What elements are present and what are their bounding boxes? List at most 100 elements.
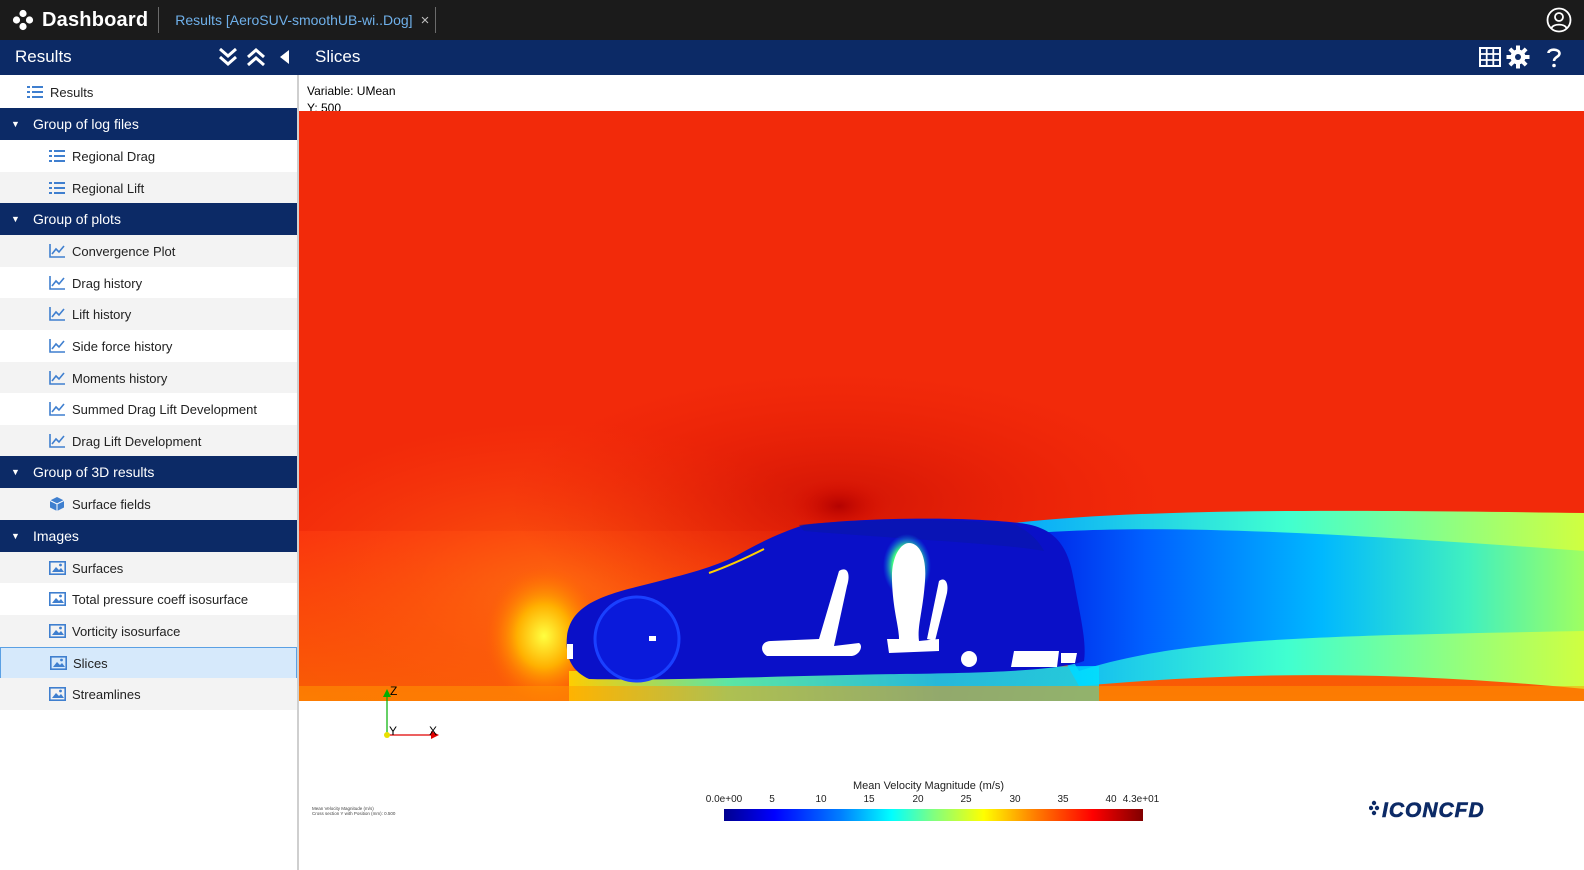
slice-image-view: Variable: UMean Y: 500 Z Y X Mean Veloci… <box>298 75 1584 870</box>
caret-down-icon[interactable]: ▼ <box>11 214 25 224</box>
tree-item-drag-lift-development[interactable]: Drag Lift Development <box>0 425 297 457</box>
legend-tick: 20 <box>912 794 924 805</box>
tree-item-total-pressure[interactable]: Total pressure coeff isosurface <box>0 583 297 615</box>
line-chart-icon <box>49 433 67 449</box>
legend-tick: 4.3e+01 <box>1122 794 1160 805</box>
color-bar <box>724 809 1143 821</box>
tree-item-slices[interactable]: Slices <box>0 647 297 679</box>
image-icon <box>50 655 68 671</box>
cube-icon <box>49 496 67 512</box>
axis-x-label: X <box>429 724 437 738</box>
tree-item-regional-drag[interactable]: Regional Drag <box>0 140 297 172</box>
tree-item-label: Surface fields <box>72 496 151 512</box>
tree-item-label: Vorticity isosurface <box>72 623 181 639</box>
tree-item-moments-history[interactable]: Moments history <box>0 362 297 394</box>
tree-item-label: Drag history <box>72 275 143 291</box>
collapse-all-icon[interactable] <box>245 46 267 68</box>
tree-item-label: Regional Lift <box>72 180 145 196</box>
axis-y-label: Y <box>389 724 397 738</box>
dots-logo-icon <box>12 9 34 31</box>
tree-item-surface-fields[interactable]: Surface fields <box>0 488 297 520</box>
group-plots[interactable]: ▼ Group of plots <box>0 203 297 235</box>
group-label: Group of plots <box>33 211 121 227</box>
image-icon <box>49 686 67 702</box>
caret-down-icon[interactable]: ▼ <box>11 119 25 129</box>
tree-item-drag-history[interactable]: Drag history <box>0 267 297 299</box>
grid-icon[interactable] <box>1478 45 1502 69</box>
group-label: Images <box>33 528 79 544</box>
tree-item-results[interactable]: Results <box>0 76 297 108</box>
line-chart-icon <box>49 338 67 354</box>
legend-tick: 10 <box>815 794 827 805</box>
tab-close-button[interactable]: × <box>421 12 430 29</box>
tree-item-regional-lift[interactable]: Regional Lift <box>0 172 297 204</box>
caret-down-icon[interactable]: ▼ <box>11 531 25 541</box>
legend-ticks: 0.0e+00 5 10 15 20 25 30 35 40 4.3e+01 <box>704 794 1164 808</box>
tree-item-side-force-history[interactable]: Side force history <box>0 330 297 362</box>
tree-item-label: Streamlines <box>72 686 141 702</box>
tree-item-label: Results <box>50 84 94 100</box>
list-icon <box>49 148 67 164</box>
divider <box>435 7 437 33</box>
group-label: Group of log files <box>33 116 139 132</box>
axes-triad: Z Y X <box>383 685 439 739</box>
image-icon <box>49 623 67 639</box>
line-chart-icon <box>49 306 67 322</box>
legend-tick: 25 <box>960 794 972 805</box>
tree-item-streamlines[interactable]: Streamlines <box>0 678 297 710</box>
group-log-files[interactable]: ▼ Group of log files <box>0 108 297 140</box>
tree-item-surfaces[interactable]: Surfaces <box>0 552 297 584</box>
tree-item-label: Surfaces <box>72 560 124 576</box>
tree-item-label: Side force history <box>72 338 173 354</box>
panel-header-bar: Results Slices <box>0 40 1584 75</box>
collapse-left-icon[interactable] <box>274 46 296 68</box>
group-images[interactable]: ▼ Images <box>0 520 297 552</box>
gear-icon[interactable] <box>1506 45 1530 69</box>
list-icon <box>27 84 45 100</box>
image-caption: Mean Velocity Magnitude (m/s) Cross sect… <box>312 806 395 816</box>
legend-tick: 5 <box>769 794 775 805</box>
legend-tick: 30 <box>1009 794 1021 805</box>
caption-line: Cross section Y with Position (mm): 0.50… <box>312 811 396 816</box>
legend-tick: 0.0e+00 <box>705 794 743 805</box>
left-panel-title: Results <box>15 47 72 66</box>
caret-down-icon[interactable]: ▼ <box>11 467 25 477</box>
results-tab[interactable]: Results [AeroSUV-smoothUB-wi..Dog] × <box>159 0 429 40</box>
legend-tick: 35 <box>1057 794 1069 805</box>
top-bar: Dashboard Results [AeroSUV-smoothUB-wi..… <box>0 0 1584 40</box>
tree-item-label: Lift history <box>72 306 132 322</box>
legend-title: Mean Velocity Magnitude (m/s) <box>853 780 1005 792</box>
tree-item-label: Moments history <box>72 370 168 386</box>
legend-tick: 15 <box>863 794 875 805</box>
brand[interactable]: Dashboard <box>0 0 156 40</box>
line-chart-icon <box>49 401 67 417</box>
image-icon <box>49 560 67 576</box>
tree-item-lift-history[interactable]: Lift history <box>0 298 297 330</box>
line-chart-icon <box>49 370 67 386</box>
tree-item-vorticity[interactable]: Vorticity isosurface <box>0 615 297 647</box>
tree-item-label: Drag Lift Development <box>72 433 202 449</box>
legend-tick: 40 <box>1105 794 1117 805</box>
view-title: Slices <box>315 47 361 66</box>
tab-label[interactable]: Results [AeroSUV-smoothUB-wi..Dog] <box>175 12 412 28</box>
tree-item-summed-drag-lift[interactable]: Summed Drag Lift Development <box>0 393 297 425</box>
velocity-slice-render <box>299 111 1584 701</box>
expand-all-icon[interactable] <box>217 46 239 68</box>
tree-item-label: Convergence Plot <box>72 243 176 259</box>
tree-item-label: Regional Drag <box>72 148 156 164</box>
tree-item-label: Summed Drag Lift Development <box>72 401 257 417</box>
help-icon[interactable] <box>1542 45 1566 69</box>
image-icon <box>49 591 67 607</box>
results-tree: Results ▼ Group of log files Regional Dr… <box>0 75 298 870</box>
tree-item-convergence-plot[interactable]: Convergence Plot <box>0 235 297 267</box>
group-label: Group of 3D results <box>33 464 155 480</box>
group-3d-results[interactable]: ▼ Group of 3D results <box>0 456 297 488</box>
axis-z-label: Z <box>390 685 397 698</box>
logo-text: ICONCFD <box>1382 799 1485 822</box>
list-icon <box>49 180 67 196</box>
user-circle-icon[interactable] <box>1546 7 1572 33</box>
tree-item-label: Slices <box>73 655 108 671</box>
variable-label: Variable: UMean <box>307 84 396 98</box>
brand-title: Dashboard <box>42 8 149 31</box>
tree-item-label: Total pressure coeff isosurface <box>72 591 249 607</box>
